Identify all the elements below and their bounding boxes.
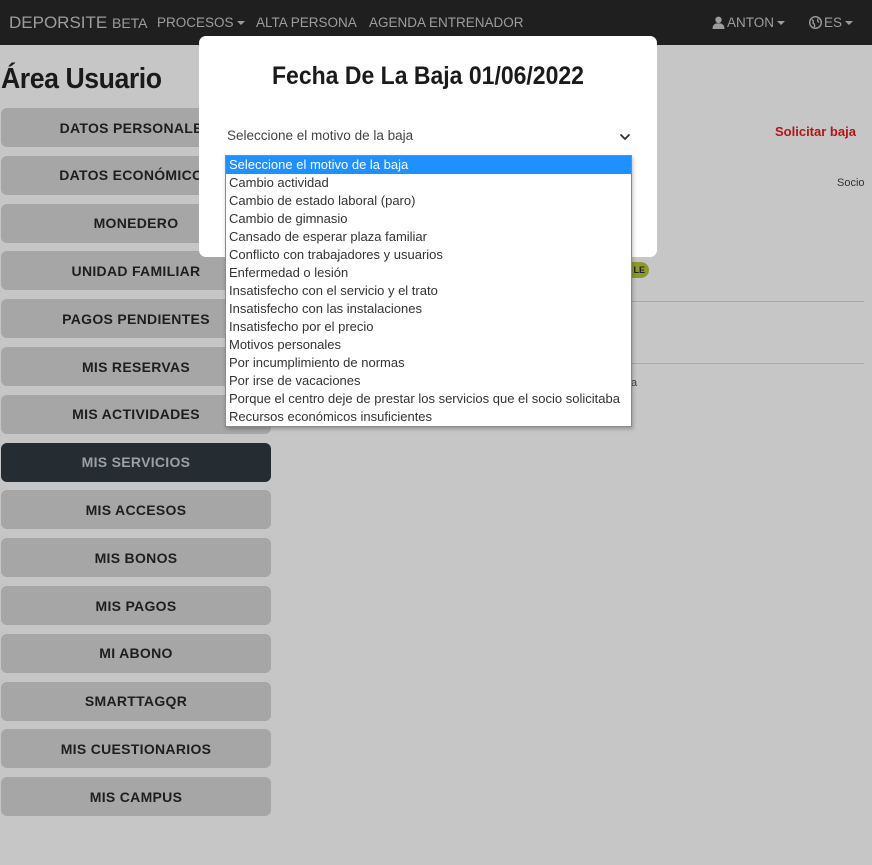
sidebar-item[interactable]: MI ABONO <box>1 633 271 673</box>
sidebar-item-label: DATOS ECONÓMICOS <box>59 167 213 184</box>
sidebar-item[interactable]: MIS BONOS <box>1 538 271 578</box>
dropdown-option[interactable]: Enfermedad o lesión <box>226 264 631 282</box>
divider <box>600 301 864 302</box>
dropdown-option[interactable]: Insatisfecho con el servicio y el trato <box>226 282 631 300</box>
language-label: ES <box>824 15 843 30</box>
sidebar-item-label: MIS ACCESOS <box>85 501 187 518</box>
dropdown-option[interactable]: Cambio de estado laboral (paro) <box>226 192 631 210</box>
sidebar-item-label: MIS CAMPUS <box>89 788 183 805</box>
brand-logo[interactable]: DEPORSITE BETA <box>9 13 148 33</box>
select-value: Seleccione el motivo de la baja <box>227 128 414 143</box>
sidebar-item-label: MI ABONO <box>99 645 173 662</box>
caret-down-icon <box>777 21 786 26</box>
sidebar-item[interactable]: MIS ACCESOS <box>1 490 271 530</box>
dropdown-option[interactable]: Insatisfecho por el precio <box>226 318 631 336</box>
sidebar-item-label: MIS BONOS <box>94 549 178 566</box>
dropdown-option[interactable]: Conflicto con trabajadores y usuarios <box>226 246 631 264</box>
solicitar-baja-link[interactable]: Solicitar baja <box>775 124 856 139</box>
sidebar-item[interactable]: MIS SERVICIOS <box>1 442 271 482</box>
brand-suffix: BETA <box>111 15 148 31</box>
dropdown-option[interactable]: Cambio actividad <box>226 174 631 192</box>
nav-alta-persona[interactable]: ALTA PERSONA <box>256 15 357 30</box>
dropdown-option[interactable]: Cambio de gimnasio <box>226 210 631 228</box>
page-title: Área Usuario <box>1 63 162 95</box>
dropdown-option[interactable]: Por irse de vacaciones <box>226 372 631 390</box>
dropdown-option[interactable]: Recursos económicos insuficientes <box>226 408 631 426</box>
dropdown-option[interactable]: Cansado de esperar plaza familiar <box>226 228 631 246</box>
sidebar-item-label: PAGOS PENDIENTES <box>62 310 210 327</box>
sidebar-item[interactable]: MIS CAMPUS <box>1 777 271 817</box>
divider <box>600 363 864 364</box>
sidebar-item[interactable]: MIS CUESTIONARIOS <box>1 729 271 769</box>
chevron-down-icon <box>620 134 630 140</box>
motivo-baja-select[interactable]: Seleccione el motivo de la baja <box>227 128 631 150</box>
language-dropdown[interactable]: ES <box>808 15 854 30</box>
sidebar-item-label: MONEDERO <box>93 215 179 232</box>
sidebar-item-label: MIS RESERVAS <box>81 358 191 375</box>
caret-down-icon <box>236 21 245 26</box>
sidebar-item[interactable]: MIS PAGOS <box>1 586 271 625</box>
motivo-options-list: Seleccione el motivo de la baja Cambio ac… <box>225 155 632 427</box>
socio-label: Socio <box>837 177 865 189</box>
sidebar-item-label: UNIDAD FAMILIAR <box>71 262 201 279</box>
user-menu-dropdown[interactable]: ANTON <box>712 15 786 30</box>
dropdown-option[interactable]: Porque el centro deje de prestar los ser… <box>226 390 631 408</box>
user-icon <box>712 16 725 29</box>
dropdown-option[interactable]: Motivos personales <box>226 336 631 354</box>
sidebar-item[interactable]: SMARTTAGQR <box>1 681 271 721</box>
caret-down-icon <box>845 21 854 26</box>
brand-name: DEPORSITE <box>9 13 108 32</box>
nav-procesos-dropdown[interactable]: PROCESOS <box>157 15 245 30</box>
dropdown-option[interactable]: Seleccione el motivo de la baja <box>226 156 631 174</box>
sidebar-item-label: DATOS PERSONALES <box>59 119 213 136</box>
sidebar-item-label: SMARTTAGQR <box>84 693 188 710</box>
sidebar-item-label: MIS SERVICIOS <box>81 454 191 471</box>
dropdown-option[interactable]: Insatisfecho con las instalaciones <box>226 300 631 318</box>
sidebar-item-label: MIS ACTIVIDADES <box>72 406 200 423</box>
nav-procesos-label: PROCESOS <box>157 15 234 30</box>
nav-agenda-label: AGENDA ENTRENADOR <box>369 15 524 30</box>
sidebar-item-label: MIS CUESTIONARIOS <box>60 740 212 757</box>
nav-agenda-entrenador[interactable]: AGENDA ENTRENADOR <box>369 15 524 30</box>
globe-icon <box>808 15 823 30</box>
modal-title: Fecha De La Baja 01/06/2022 <box>272 62 584 90</box>
sidebar-item-label: MIS PAGOS <box>95 597 177 614</box>
dropdown-option[interactable]: Por incumplimiento de normas <box>226 354 631 372</box>
user-name: ANTON <box>727 15 775 30</box>
nav-alta-persona-label: ALTA PERSONA <box>256 15 357 30</box>
